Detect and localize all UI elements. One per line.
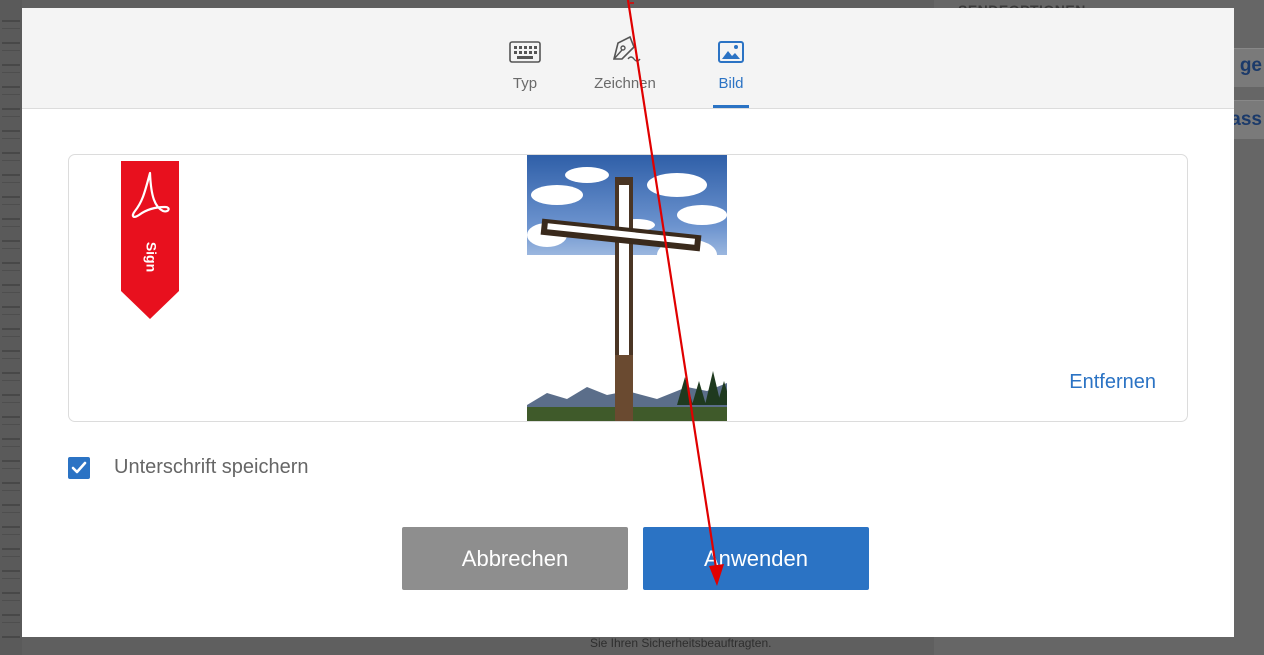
save-signature-checkbox[interactable] xyxy=(68,456,90,479)
signature-photo xyxy=(527,155,727,421)
cancel-button[interactable]: Abbrechen xyxy=(402,527,628,590)
keyboard-icon xyxy=(485,33,565,63)
background-left-panel xyxy=(0,0,22,655)
tab-typ[interactable]: Typ xyxy=(485,33,565,92)
save-signature-label: Unterschrift speichern xyxy=(114,456,309,478)
adobe-sign-badge: Sign xyxy=(121,161,179,319)
tab-bild[interactable]: Bild xyxy=(691,33,771,108)
active-tab-indicator xyxy=(713,105,749,108)
signature-mode-tabs: Typ Zeichnen Bild xyxy=(22,8,1234,109)
pen-nib-icon xyxy=(585,33,665,63)
image-icon xyxy=(691,33,771,63)
tab-zeichnen[interactable]: Zeichnen xyxy=(585,33,665,92)
tab-label: Bild xyxy=(718,75,744,92)
signature-image-preview: Sign Entfernen xyxy=(68,154,1188,422)
checkmark-icon xyxy=(71,461,87,473)
tab-label: Typ xyxy=(512,75,538,92)
background-bottom-text: Sie Ihren Sicherheitsbeauftragten. xyxy=(590,636,772,650)
signature-dialog: Typ Zeichnen Bild Sign Entfernen Untersc… xyxy=(22,8,1234,637)
remove-image-link[interactable]: Entfernen xyxy=(1069,371,1156,394)
tab-label: Zeichnen xyxy=(594,75,656,92)
save-signature-row: Unterschrift speichern xyxy=(68,456,309,479)
apply-button[interactable]: Anwenden xyxy=(643,527,869,590)
badge-text: Sign xyxy=(143,242,159,272)
